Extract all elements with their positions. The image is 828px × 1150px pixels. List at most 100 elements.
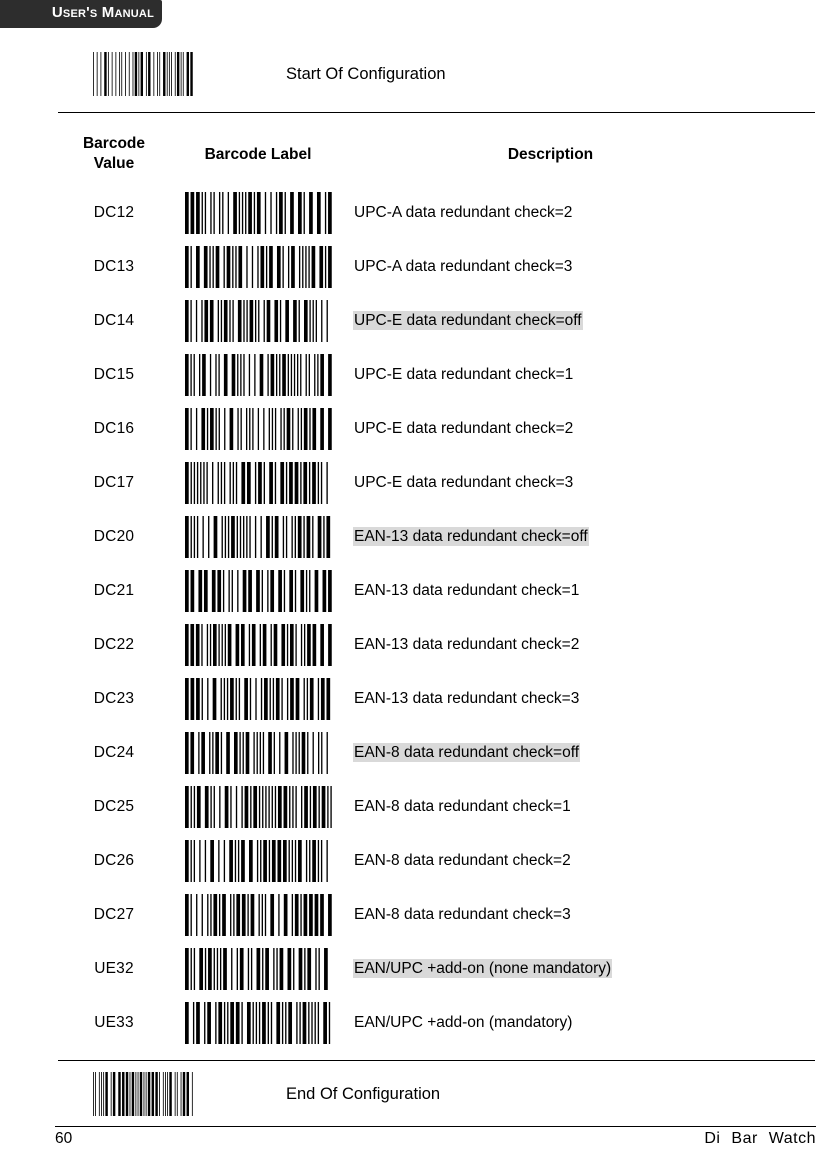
- table-row: DC23 EAN-13 data redundant check=3: [58, 672, 815, 726]
- end-config-barcode-cell: [58, 1072, 228, 1116]
- table-row: DC22 EAN-13 data redundant check=2: [58, 618, 815, 672]
- footer-brand: Di Bar Watch: [704, 1130, 816, 1147]
- barcode-label-cell[interactable]: [170, 354, 346, 396]
- barcode-code39-icon: [184, 786, 332, 828]
- barcode-value-cell: DC22: [93, 636, 135, 653]
- description-text: EAN-13 data redundant check=1: [354, 582, 580, 599]
- table-row: DC12 UPC-A data redundant check=2: [58, 186, 815, 240]
- barcode-label-cell[interactable]: [170, 624, 346, 666]
- footer-divider-rule: [58, 1060, 815, 1061]
- start-config-barcode-cell: [58, 52, 228, 96]
- start-of-configuration-row: Start Of Configuration: [58, 46, 815, 102]
- barcode-value-cell: DC21: [93, 582, 135, 599]
- manual-header-bar: User's Manual: [0, 0, 162, 28]
- description-cell: UPC-A data redundant check=3: [346, 258, 815, 276]
- barcode-label-cell[interactable]: [170, 732, 346, 774]
- barcode-label-cell[interactable]: [170, 462, 346, 504]
- barcode-code39-icon: [184, 246, 332, 288]
- barcode-value-cell: UE33: [94, 1014, 134, 1031]
- description-text: UPC-A data redundant check=2: [354, 204, 573, 221]
- barcode-value-cell: UE32: [94, 960, 134, 977]
- description-cell: UPC-A data redundant check=2: [346, 204, 815, 222]
- description-cell: EAN/UPC +add-on (none mandatory): [346, 959, 815, 978]
- barcode-label-cell[interactable]: [170, 516, 346, 558]
- table-header-row: Barcode Value Barcode Label Description: [58, 134, 815, 186]
- description-cell: EAN/UPC +add-on (mandatory): [346, 1014, 815, 1032]
- description-text: UPC-E data redundant check=off: [353, 311, 583, 330]
- description-cell: UPC-E data redundant check=2: [346, 420, 815, 438]
- barcode-label-cell[interactable]: [170, 948, 346, 990]
- barcode-label-cell[interactable]: [170, 192, 346, 234]
- description-cell: EAN-8 data redundant check=1: [346, 798, 815, 816]
- table-row: DC15 UPC-E data redundant check=1: [58, 348, 815, 402]
- barcode-value-cell: DC25: [93, 798, 135, 815]
- table-row: DC21 EAN-13 data redundant check=1: [58, 564, 815, 618]
- description-text: EAN-13 data redundant check=off: [353, 527, 589, 546]
- page-number: 60: [55, 1130, 73, 1147]
- barcode-code39-icon: [184, 678, 330, 720]
- start-of-configuration-label: Start Of Configuration: [286, 64, 446, 83]
- barcode-value-cell: DC13: [93, 258, 135, 275]
- barcode-code39-icon: [184, 516, 330, 558]
- table-body: DC12 UPC-A data redundant check=2 DC13 UPC-…: [58, 186, 815, 1050]
- table-row: DC24 EAN-8 data redundant check=off: [58, 726, 815, 780]
- barcode-value-cell: DC15: [93, 366, 135, 383]
- barcode-code39-icon: [184, 948, 328, 990]
- barcode-code39-icon: [93, 52, 193, 96]
- description-cell: EAN-8 data redundant check=off: [346, 743, 815, 762]
- barcode-code39-icon: [184, 624, 332, 666]
- description-cell: EAN-13 data redundant check=1: [346, 582, 815, 600]
- barcode-label-cell[interactable]: [170, 786, 346, 828]
- description-cell: EAN-13 data redundant check=3: [346, 690, 815, 708]
- table-row: DC26 EAN-8 data redundant check=2: [58, 834, 815, 888]
- manual-header-title: User's Manual: [51, 4, 154, 21]
- barcode-code39-icon: [184, 570, 332, 612]
- description-cell: UPC-E data redundant check=1: [346, 366, 815, 384]
- barcode-label-cell[interactable]: [170, 570, 346, 612]
- barcode-label-cell[interactable]: [170, 840, 346, 882]
- barcode-label-cell[interactable]: [170, 678, 346, 720]
- barcode-label-cell[interactable]: [170, 246, 346, 288]
- description-text: EAN-8 data redundant check=2: [354, 852, 571, 869]
- barcode-code39-icon: [184, 300, 328, 342]
- barcode-label-cell[interactable]: [170, 1002, 346, 1044]
- barcode-code39-icon: [184, 354, 332, 396]
- barcode-label-cell[interactable]: [170, 300, 346, 342]
- table-row: DC13 UPC-A data redundant check=3: [58, 240, 815, 294]
- description-cell: UPC-E data redundant check=off: [346, 311, 815, 330]
- table-row: UE32 EAN/UPC +add-on (none mandatory): [58, 942, 815, 996]
- barcode-code39-icon: [184, 408, 332, 450]
- table-row: DC27 EAN-8 data redundant check=3: [58, 888, 815, 942]
- barcode-label-cell[interactable]: [170, 408, 346, 450]
- description-text: EAN-8 data redundant check=3: [354, 906, 571, 923]
- barcode-code39-icon: [93, 1072, 193, 1116]
- column-header-barcode-value-line1: Barcode: [82, 135, 146, 152]
- barcode-value-cell: DC12: [93, 204, 135, 221]
- table-row: DC17 UPC-E data redundant check=3: [58, 456, 815, 510]
- column-header-barcode-value-line2: Value: [93, 154, 135, 172]
- barcode-label-cell[interactable]: [170, 894, 346, 936]
- description-cell: EAN-13 data redundant check=2: [346, 636, 815, 654]
- description-text: UPC-A data redundant check=3: [354, 258, 573, 275]
- barcode-code39-icon: [184, 732, 328, 774]
- barcode-value-cell: DC23: [93, 690, 135, 707]
- barcode-value-cell: DC17: [93, 474, 135, 491]
- barcode-code39-icon: [184, 462, 328, 504]
- column-header-description: Description: [507, 146, 594, 163]
- description-cell: EAN-13 data redundant check=off: [346, 527, 815, 546]
- table-row: UE33 EAN/UPC +add-on (mandatory): [58, 996, 815, 1050]
- description-text: EAN-8 data redundant check=1: [354, 798, 571, 815]
- barcode-code39-icon: [184, 894, 332, 936]
- barcode-code39-icon: [184, 192, 332, 234]
- barcode-value-cell: DC24: [93, 744, 135, 761]
- table-row: DC20 EAN-13 data redundant check=off: [58, 510, 815, 564]
- description-text: EAN-13 data redundant check=3: [354, 690, 580, 707]
- table-row: DC25 EAN-8 data redundant check=1: [58, 780, 815, 834]
- column-header-barcode-label: Barcode Label: [204, 146, 312, 163]
- table-row: DC14 UPC-E data redundant check=off: [58, 294, 815, 348]
- description-text: UPC-E data redundant check=1: [354, 366, 574, 383]
- table-row: DC16 UPC-E data redundant check=2: [58, 402, 815, 456]
- description-cell: UPC-E data redundant check=3: [346, 474, 815, 492]
- barcode-settings-table: Barcode Value Barcode Label Description …: [58, 134, 815, 1050]
- barcode-value-cell: DC27: [93, 906, 135, 923]
